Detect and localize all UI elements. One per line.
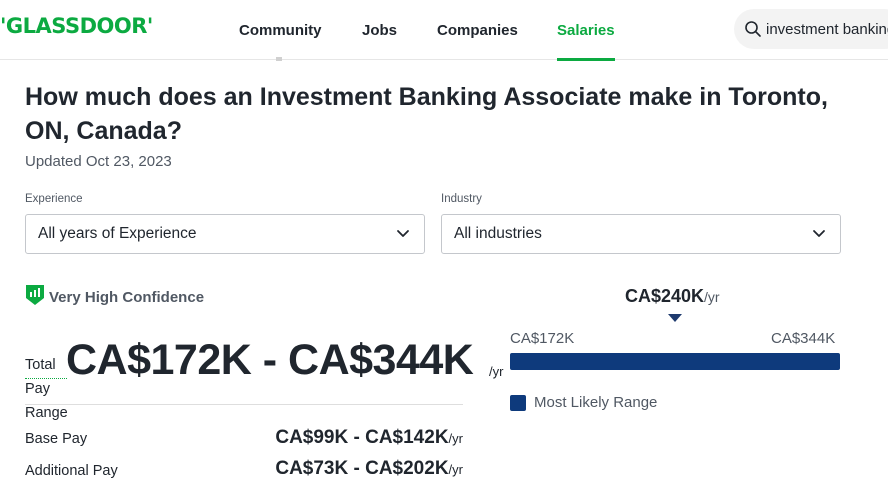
additional-pay-value: CA$73K - CA$202K/yr bbox=[275, 458, 463, 480]
additional-pay-label: Additional Pay bbox=[25, 463, 118, 479]
page-title: How much does an Investment Banking Asso… bbox=[25, 83, 828, 145]
chevron-down-icon bbox=[813, 230, 825, 237]
confidence-shield-icon bbox=[26, 285, 44, 305]
base-pay-label: Base Pay bbox=[25, 431, 88, 447]
total-pay-label-line: Total bbox=[25, 357, 56, 373]
chevron-down-icon bbox=[397, 230, 409, 237]
additional-pay-range: CA$73K - CA$202K bbox=[275, 458, 449, 479]
total-pay-range: CA$172K - CA$344K bbox=[66, 336, 474, 384]
most-likely-range-bar bbox=[510, 353, 840, 370]
base-pay-range: CA$99K - CA$142K bbox=[275, 427, 449, 448]
industry-dropdown-value: All industries bbox=[454, 225, 542, 242]
median-pay-unit: /yr bbox=[704, 289, 720, 305]
range-low-label: CA$172K bbox=[510, 330, 575, 347]
industry-filter-label: Industry bbox=[441, 193, 482, 205]
confidence-level: Very High Confidence bbox=[49, 289, 205, 306]
updated-date: Updated Oct 23, 2023 bbox=[25, 153, 172, 170]
nav-indicator bbox=[276, 57, 282, 61]
industry-dropdown[interactable]: All industries bbox=[441, 214, 841, 254]
glassdoor-logo[interactable]: 'GLASSDOOR' bbox=[0, 14, 153, 38]
experience-dropdown[interactable]: All years of Experience bbox=[25, 214, 425, 254]
median-pay-value: CA$240K bbox=[625, 286, 705, 306]
legend-swatch bbox=[510, 395, 526, 411]
median-pointer-icon bbox=[668, 314, 682, 322]
base-pay-unit: /yr bbox=[448, 431, 463, 446]
search-input[interactable] bbox=[766, 20, 888, 38]
tooltip-underline bbox=[25, 378, 67, 379]
total-pay-label[interactable]: Total Pay Range bbox=[25, 353, 69, 425]
experience-filter-label: Experience bbox=[25, 193, 83, 205]
nav-salaries[interactable]: Salaries bbox=[557, 0, 615, 61]
nav-community[interactable]: Community bbox=[239, 0, 322, 60]
divider bbox=[25, 404, 463, 405]
range-high-label: CA$344K bbox=[771, 330, 836, 347]
median-pay: CA$240K/yr bbox=[625, 286, 720, 307]
nav-jobs[interactable]: Jobs bbox=[362, 0, 397, 60]
experience-dropdown-value: All years of Experience bbox=[38, 225, 197, 242]
legend-label: Most Likely Range bbox=[534, 394, 658, 411]
additional-pay-unit: /yr bbox=[448, 462, 463, 477]
total-pay-label-line: Pay bbox=[25, 381, 50, 397]
base-pay-value: CA$99K - CA$142K/yr bbox=[275, 427, 463, 449]
top-navigation-bar: 'GLASSDOOR' Community Jobs Companies Sal… bbox=[0, 0, 888, 61]
total-pay-unit: /yr bbox=[489, 364, 504, 379]
search-box[interactable] bbox=[734, 9, 888, 49]
nav-companies[interactable]: Companies bbox=[437, 0, 518, 60]
search-icon[interactable] bbox=[742, 18, 764, 40]
